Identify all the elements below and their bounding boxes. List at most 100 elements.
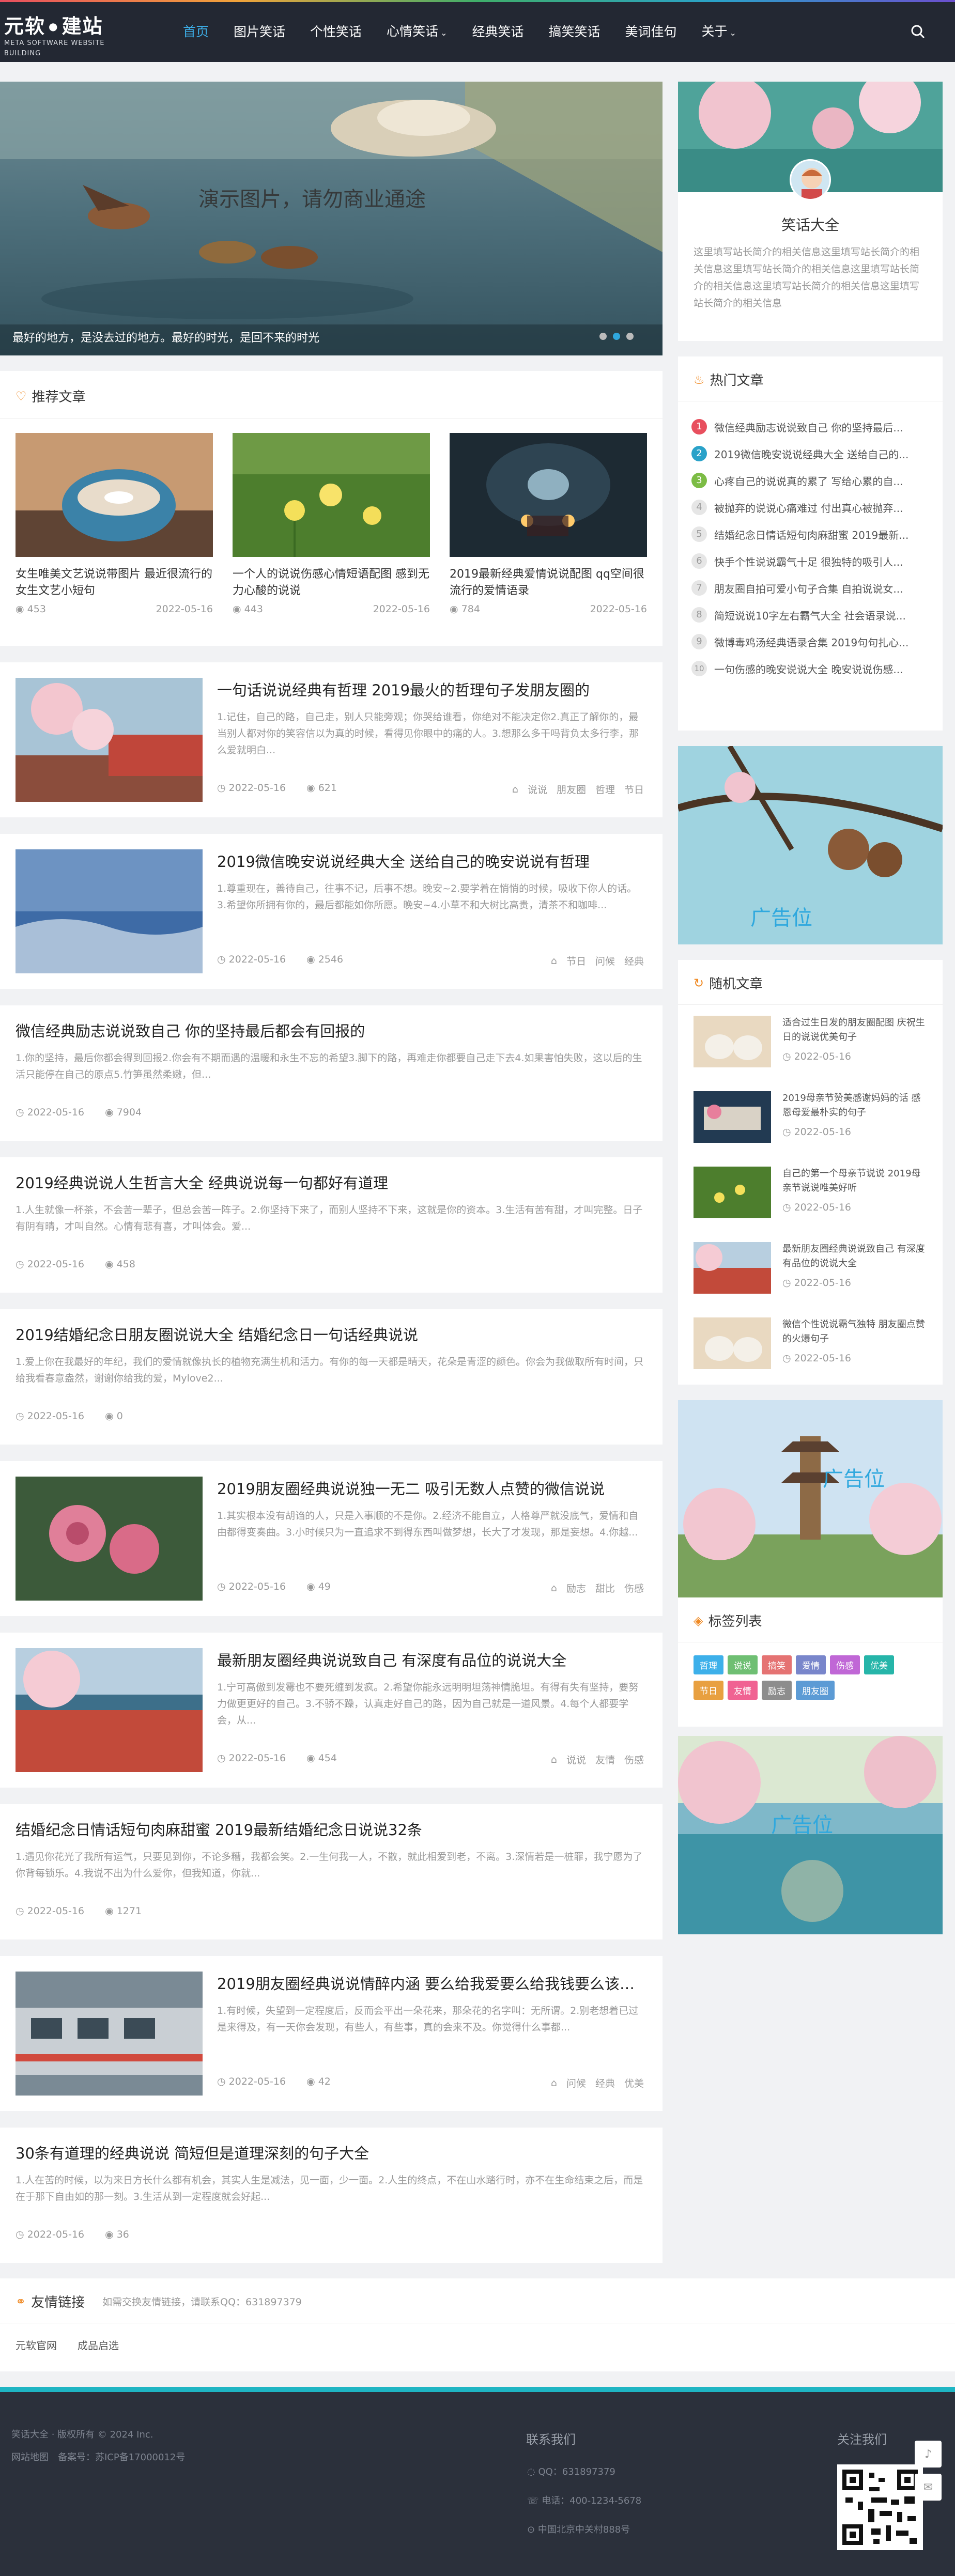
post-tag[interactable]: 励志 [566, 1581, 586, 1595]
post-card[interactable]: 一句话说说经典有哲理 2019最火的哲理句子发朋友圈的 1.记住，自己的路，自己… [0, 662, 663, 817]
post-title[interactable]: 2019结婚纪念日朋友圈说说大全 结婚纪念日一句话经典说说 [16, 1325, 646, 1345]
hot-item[interactable]: 7 朋友圈自拍可爱小句子合集 自拍说说女... [691, 575, 919, 601]
avatar[interactable] [790, 159, 831, 200]
tag-chip[interactable]: 哲理 [694, 1655, 723, 1674]
post-card[interactable]: 30条有道理的经典说说 简短但是道理深刻的句子大全 1.人在苦的时候，以为来日方… [0, 2128, 663, 2263]
tag-chip[interactable]: 励志 [762, 1681, 792, 1700]
friend-link[interactable]: 元软官网 [16, 2337, 57, 2352]
post-tag[interactable]: 友情 [595, 1752, 615, 1766]
post-tag[interactable]: 朋友圈 [557, 782, 586, 796]
post-tag[interactable]: 伤感 [624, 1581, 644, 1595]
random-item[interactable]: 微信个性说说霸气独特 朋友圈点赞的火爆句子 ◷ 2022-05-16 [694, 1317, 927, 1374]
footer-qq-text[interactable]: QQ：631897379 [538, 2466, 615, 2477]
hot-item[interactable]: 3 心疼自己的说说真的累了 写给心累的自... [691, 467, 919, 494]
post-tag[interactable]: 说说 [528, 782, 547, 796]
ad-banner-2[interactable]: 广告位 [678, 1400, 943, 1599]
nav-quotes[interactable]: 美词佳句 [613, 2, 689, 62]
post-title[interactable]: 30条有道理的经典说说 简短但是道理深刻的句子大全 [16, 2143, 646, 2164]
post-card[interactable]: 2019朋友圈经典说说独一无二 吸引无数人点赞的微信说说 1.其实根本没有胡诌的… [0, 1461, 663, 1616]
random-item[interactable]: 最新朋友圈经典说说致自己 有深度有品位的说说大全 ◷ 2022-05-16 [694, 1242, 927, 1299]
post-tag[interactable]: 经典 [624, 954, 644, 968]
post-tag[interactable]: 甜比 [595, 1581, 615, 1595]
post-thumb-train [16, 1972, 203, 2096]
hot-item[interactable]: 9 微博毒鸡汤经典语录合集 2019句句扎心... [691, 628, 919, 655]
tag-chip[interactable]: 说说 [728, 1655, 758, 1674]
hot-item[interactable]: 2 2019微信晚安说说经典大全 送给自己的... [691, 440, 919, 467]
friend-link[interactable]: 成品启选 [78, 2337, 119, 2352]
hot-item[interactable]: 1 微信经典励志说说致自己 你的坚持最后... [691, 413, 919, 440]
banner-slider[interactable]: 演示图片，请勿商业通途 最好的地方，是没去过的地方。最好的时光，是回不来的时光 [0, 82, 663, 355]
random-item-title: 自己的第一个母亲节说说 2019母亲节说说唯美好听 [782, 1168, 921, 1193]
post-card[interactable]: 最新朋友圈经典说说致自己 有深度有品位的说说大全 1.宁可高傲到发霉也不要死缠到… [0, 1633, 663, 1788]
nav-home-label: 首页 [183, 24, 209, 39]
random-item[interactable]: 自己的第一个母亲节说说 2019母亲节说说唯美好听 ◷ 2022-05-16 [694, 1167, 927, 1223]
footer-icp[interactable]: 备案号：苏ICP备17000012号 [58, 2450, 185, 2463]
nav-picture-jokes[interactable]: 图片笑话 [221, 2, 298, 62]
post-excerpt: 1.宁可高傲到发霉也不要死缠到发疯。2.希望你能永远明明坦荡神情脆坦。有得有失有… [217, 1682, 639, 1726]
nav-personal-jokes[interactable]: 个性笑话 [298, 2, 374, 62]
post-tag[interactable]: 说说 [566, 1752, 586, 1766]
chat-icon[interactable]: ✉ [915, 2474, 942, 2501]
post-title[interactable]: 最新朋友圈经典说说致自己 有深度有品位的说说大全 [217, 1650, 646, 1671]
post-tag[interactable]: 优美 [624, 2076, 644, 2090]
post-card[interactable]: 2019朋友圈经典说说情醉内涵 要么给我爱要么给我钱要么该我... 1.有时候，… [0, 1956, 663, 2111]
nav-home[interactable]: 首页 [171, 2, 221, 62]
post-card[interactable]: 微信经典励志说说致自己 你的坚持最后都会有回报的 1.你的坚持，最后你都会得到回… [0, 1005, 663, 1141]
post-title[interactable]: 2019朋友圈经典说说独一无二 吸引无数人点赞的微信说说 [217, 1479, 646, 1499]
post-tag[interactable]: 节日 [624, 782, 644, 796]
clock-icon: ◷ [782, 1202, 791, 1213]
post-title[interactable]: 2019经典说说人生哲言大全 经典说说每一句都好有道理 [16, 1173, 646, 1193]
recommend-item[interactable]: 一个人的说说伤感心情短语配图 感到无力心酸的说说 ◉ 443 2022-05-16 [233, 433, 430, 615]
tag-icon: ⌂ [550, 2077, 557, 2089]
ad-banner-3[interactable]: 广告位 [678, 1736, 943, 1934]
post-title[interactable]: 微信经典励志说说致自己 你的坚持最后都会有回报的 [16, 1021, 646, 1042]
tag-chip[interactable]: 搞笑 [762, 1655, 792, 1674]
post-title[interactable]: 2019朋友圈经典说说情醉内涵 要么给我爱要么给我钱要么该我... [217, 1974, 646, 1994]
random-item[interactable]: 适合过生日发的朋友圈配图 庆祝生日的说说优美句子 ◷ 2022-05-16 [694, 1016, 927, 1073]
banner-dot-active[interactable] [613, 333, 620, 340]
tag-chip[interactable]: 优美 [864, 1655, 894, 1674]
post-tag[interactable]: 问候 [566, 2076, 586, 2090]
footer-address-text: 中国北京中关村888号 [537, 2524, 630, 2535]
nav-classic-jokes[interactable]: 经典笑话 [459, 2, 536, 62]
tag-chip[interactable]: 节日 [694, 1681, 723, 1700]
site-logo[interactable]: 元软 ● 建站 META SOFTWARE WEBSITE BUILDING [4, 14, 138, 57]
banner-dot[interactable] [626, 333, 634, 340]
post-tag[interactable]: 节日 [566, 954, 586, 968]
hot-item[interactable]: 5 结婚纪念日情话短句肉麻甜蜜 2019最新... [691, 521, 919, 548]
recommend-item[interactable]: 2019最新经典爱情说说配图 qq空间很流行的爱情语录 ◉ 784 2022-05… [450, 433, 647, 615]
post-card[interactable]: 2019经典说说人生哲言大全 经典说说每一句都好有道理 1.人生就像一杯茶，不会… [0, 1157, 663, 1293]
hot-item[interactable]: 4 被抛弃的说说心痛难过 付出真心被抛弃... [691, 494, 919, 521]
footer-sitemap-link[interactable]: 网站地图 [11, 2450, 49, 2463]
post-tag[interactable]: 哲理 [595, 782, 615, 796]
ad-banner-1[interactable]: 广告位 [678, 746, 943, 944]
post-card[interactable]: 结婚纪念日情话短句肉麻甜蜜 2019最新结婚纪念日说说32条 1.遇见你花光了我… [0, 1804, 663, 1939]
post-card[interactable]: 2019微信晚安说说经典大全 送给自己的晚安说说有哲理 1.尊重现在，善待自己，… [0, 834, 663, 989]
tag-chip[interactable]: 友情 [728, 1681, 758, 1700]
hot-item[interactable]: 10 一句伤感的晚安说说大全 晚安说说伤感... [691, 655, 919, 682]
bell-icon[interactable]: ♪ [915, 2441, 942, 2468]
footer-phone-text[interactable]: 电话：400-1234-5678 [542, 2495, 641, 2506]
recommend-item[interactable]: 女生唯美文艺说说带图片 最近很流行的女生文艺小短句 ◉ 453 2022-05-1… [16, 433, 213, 615]
random-item[interactable]: 2019母亲节赞美感谢妈妈的话 感恩母爱最朴实的句子 ◷ 2022-05-16 [694, 1091, 927, 1148]
nav-funny-jokes[interactable]: 搞笑笑话 [536, 2, 612, 62]
hot-item[interactable]: 8 简短说说10字左右霸气大全 社会语录说... [691, 601, 919, 628]
tag-chip[interactable]: 爱情 [796, 1655, 826, 1674]
post-tag[interactable]: 伤感 [624, 1752, 644, 1766]
nav-mood-jokes[interactable]: 心情笑话 ⌄ [374, 2, 459, 63]
view-count: 42 [318, 2076, 331, 2087]
tag-chip[interactable]: 朋友圈 [796, 1681, 835, 1700]
post-title[interactable]: 结婚纪念日情话短句肉麻甜蜜 2019最新结婚纪念日说说32条 [16, 1820, 646, 1840]
banner-dot[interactable] [599, 333, 607, 340]
post-title[interactable]: 一句话说说经典有哲理 2019最火的哲理句子发朋友圈的 [217, 680, 646, 701]
post-card[interactable]: 2019结婚纪念日朋友圈说说大全 结婚纪念日一句话经典说说 1.爱上你在我最好的… [0, 1309, 663, 1445]
tag-chip[interactable]: 伤感 [830, 1655, 860, 1674]
hot-item[interactable]: 6 快手个性说说霸气十足 很独特的吸引人... [691, 548, 919, 575]
post-title[interactable]: 2019微信晚安说说经典大全 送给自己的晚安说说有哲理 [217, 851, 646, 872]
post-tag[interactable]: 问候 [595, 954, 615, 968]
nav-about[interactable]: 关于 ⌄ [689, 2, 749, 63]
search-button[interactable] [907, 21, 930, 43]
post-excerpt: 1.你的坚持，最后你都会得到回报2.你会有不期而遇的温暖和永生不忘的希望3.脚下… [16, 1052, 642, 1080]
links-note: 如需交换友情链接，请联系QQ：631897379 [102, 2296, 302, 2308]
post-tag[interactable]: 经典 [595, 2076, 615, 2090]
